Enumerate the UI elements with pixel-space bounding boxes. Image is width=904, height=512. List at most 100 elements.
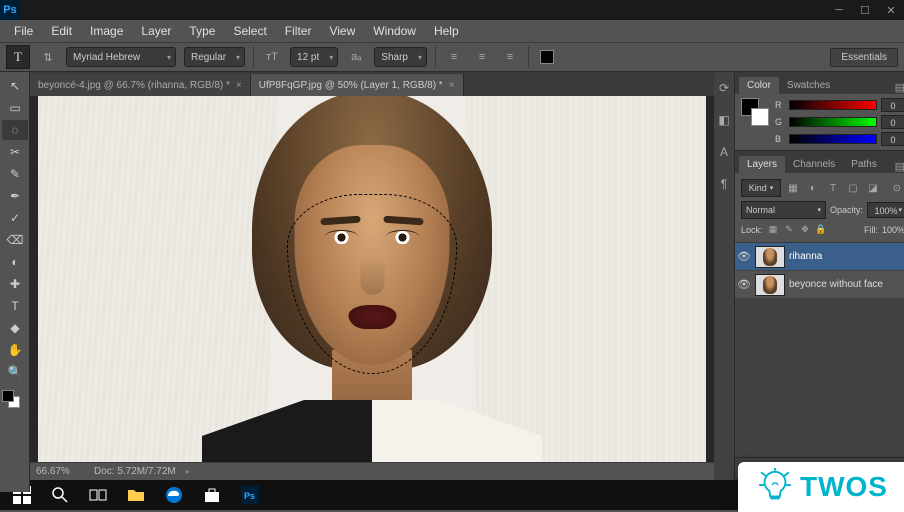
align-center-icon[interactable]: ≡ [472,47,492,67]
task-view-button[interactable] [80,480,116,510]
document-tab[interactable]: beyoncé-4.jpg @ 66.7% (rihanna, RGB/8) *… [30,74,251,96]
filter-kind-select[interactable]: Kind [741,179,781,197]
opacity-input[interactable]: 100% [867,202,904,218]
tool-preset-picker[interactable]: T [6,45,30,69]
menu-edit[interactable]: Edit [43,21,80,41]
shape-tool[interactable]: ◆ [2,318,28,338]
lasso-tool[interactable]: ◌ [2,120,28,140]
layer-list-empty-area[interactable] [735,299,904,457]
channels-tab[interactable]: Channels [785,156,843,173]
character-panel-icon[interactable]: A [714,142,734,162]
menu-select[interactable]: Select [225,21,274,41]
align-right-icon[interactable]: ≡ [500,47,520,67]
color-swatch-pair[interactable] [741,98,769,126]
panel-menu-icon[interactable]: ▤ [889,81,904,94]
filter-pixel-icon[interactable]: ▦ [785,180,801,196]
close-tab-icon[interactable]: × [449,80,455,91]
lock-transparency-icon[interactable]: ▦ [767,223,780,236]
layer-list: 👁 rihanna 👁 beyonce without face [735,242,904,299]
zoom-level[interactable]: 66.67% [36,466,84,477]
text-color-swatch[interactable] [537,47,557,67]
layer-name[interactable]: rihanna [789,251,822,262]
file-explorer-taskbar-icon[interactable] [118,480,154,510]
marquee-tool[interactable]: ▭ [2,98,28,118]
lock-position-icon[interactable]: ✥ [799,223,812,236]
menu-view[interactable]: View [321,21,363,41]
eyedropper-tool[interactable]: ✎ [2,164,28,184]
blend-opacity-row: Normal Opacity: 100% [741,199,904,221]
paths-tab[interactable]: Paths [843,156,885,173]
visibility-toggle-icon[interactable]: 👁 [737,278,751,291]
filter-smart-icon[interactable]: ◪ [865,180,881,196]
swatches-tab[interactable]: Swatches [779,77,838,94]
filter-type-icon[interactable]: T [825,180,841,196]
properties-panel-icon[interactable]: ◧ [714,110,734,130]
filter-adjust-icon[interactable]: ◐ [805,180,821,196]
green-slider[interactable] [789,117,877,127]
document-canvas[interactable] [38,96,706,480]
visibility-toggle-icon[interactable]: 👁 [737,250,751,263]
layers-tab[interactable]: Layers [739,156,785,173]
history-panel-icon[interactable]: ⟳ [714,78,734,98]
crop-tool[interactable]: ✂ [2,142,28,162]
layer-name[interactable]: beyonce without face [789,279,883,290]
menu-image[interactable]: Image [82,21,131,41]
status-flyout-icon[interactable]: ▸ [186,467,190,476]
menu-type[interactable]: Type [181,21,223,41]
background-color-swatch[interactable] [751,108,769,126]
layer-thumbnail[interactable] [755,246,785,268]
close-window-button[interactable]: ✕ [878,0,904,20]
menu-layer[interactable]: Layer [133,21,179,41]
layer-thumbnail[interactable] [755,274,785,296]
blend-mode-select[interactable]: Normal [741,201,826,219]
separator [435,46,436,68]
red-value-input[interactable]: 0 [881,98,904,112]
menu-filter[interactable]: Filter [277,21,320,41]
blue-value-input[interactable]: 0 [881,132,904,146]
store-taskbar-icon[interactable] [194,480,230,510]
font-style-select[interactable]: Regular [184,47,245,67]
panel-menu-icon[interactable]: ▤ [889,160,904,173]
red-slider[interactable] [789,100,877,110]
orientation-toggle-icon[interactable]: ⇅ [38,47,58,67]
font-family-select[interactable]: Myriad Hebrew [66,47,176,67]
workspace-switcher[interactable]: Essentials [830,48,898,67]
filter-toggle-icon[interactable]: ⊙ [889,180,904,196]
move-tool[interactable]: ↖ [2,76,28,96]
align-left-icon[interactable]: ≡ [444,47,464,67]
type-tool[interactable]: T [2,296,28,316]
menu-file[interactable]: File [6,21,41,41]
close-tab-icon[interactable]: × [236,80,242,91]
clone-tool[interactable]: ✚ [2,274,28,294]
gradient-tool[interactable]: ◐ [2,252,28,272]
photo-subject [202,96,542,480]
anti-alias-select[interactable]: Sharp [374,47,427,67]
menu-help[interactable]: Help [426,21,467,41]
paragraph-panel-icon[interactable]: ¶ [714,174,734,194]
maximize-button[interactable]: ☐ [852,0,878,20]
lock-all-icon[interactable]: 🔒 [815,223,828,236]
fill-input[interactable]: 100% [882,225,904,235]
layer-row[interactable]: 👁 beyonce without face [735,271,904,299]
document-tab[interactable]: UfP8FqGP.jpg @ 50% (Layer 1, RGB/8) * × [251,74,464,96]
layer-row[interactable]: 👁 rihanna [735,243,904,271]
hand-tool[interactable]: ✋ [2,340,28,360]
filter-shape-icon[interactable]: ▢ [845,180,861,196]
foreground-swatch[interactable] [2,390,14,402]
channel-label: B [775,134,785,144]
blue-slider[interactable] [789,134,877,144]
eraser-tool[interactable]: ⌫ [2,230,28,250]
brush-tool[interactable]: ✒ [2,186,28,206]
edge-taskbar-icon[interactable] [156,480,192,510]
color-tab[interactable]: Color [739,77,779,94]
green-value-input[interactable]: 0 [881,115,904,129]
lock-pixels-icon[interactable]: ✎ [783,223,796,236]
search-button[interactable] [42,480,78,510]
font-size-select[interactable]: 12 pt [290,47,338,67]
color-swatches[interactable] [0,388,29,410]
minimize-button[interactable]: ─ [826,0,852,20]
menu-window[interactable]: Window [365,21,424,41]
zoom-tool[interactable]: 🔍 [2,362,28,382]
healing-tool[interactable]: ✓ [2,208,28,228]
photoshop-taskbar-icon[interactable]: Ps [232,480,268,510]
